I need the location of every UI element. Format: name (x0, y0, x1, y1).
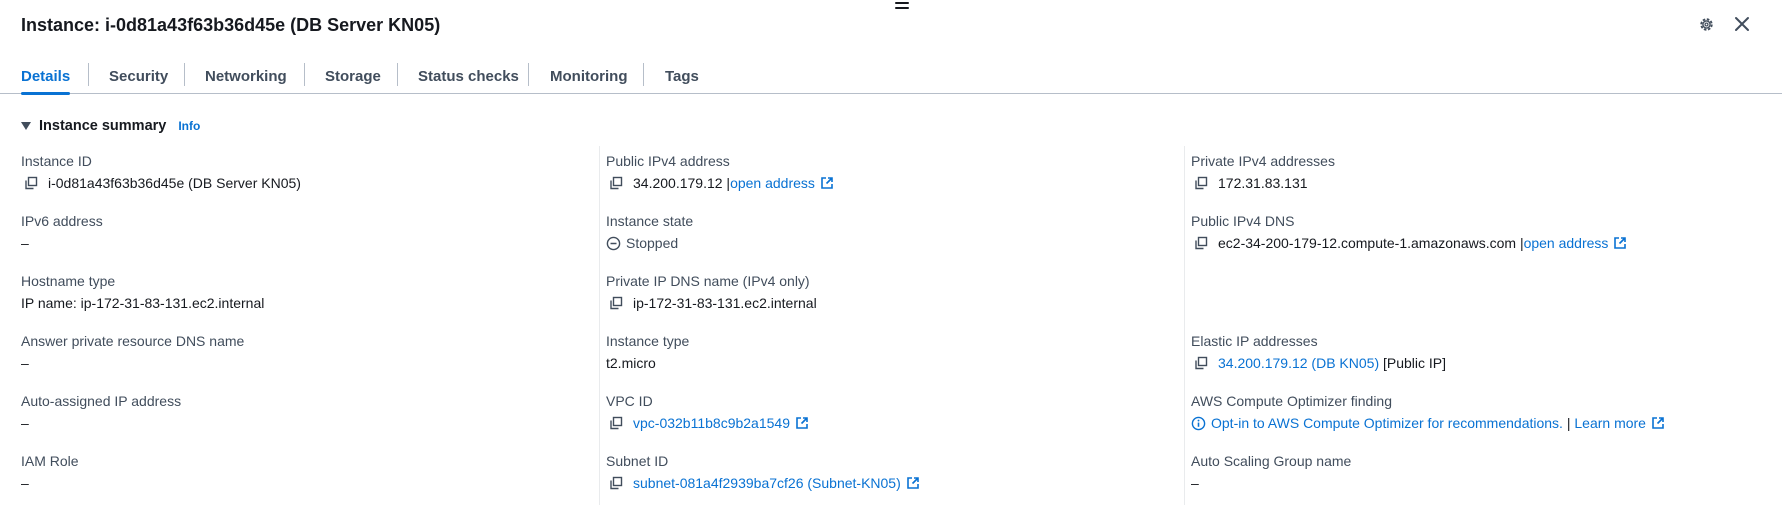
tab-divider (397, 63, 398, 86)
copy-icon[interactable] (1194, 176, 1208, 190)
instance-type-value: t2.micro (606, 355, 656, 371)
field-label: Public IPv4 DNS (1191, 213, 1295, 229)
public-dns-value: ec2-34-200-179-12.compute-1.amazonaws.co… (1218, 235, 1517, 251)
copy-icon[interactable] (609, 416, 623, 430)
tab-monitoring[interactable]: Monitoring (550, 58, 627, 94)
copy-icon[interactable] (609, 176, 623, 190)
info-icon (1191, 416, 1206, 430)
tab-divider (304, 63, 305, 86)
field-compute-optimizer: AWS Compute Optimizer finding Opt-in to … (1191, 392, 1665, 432)
header-actions (1696, 14, 1752, 34)
field-label: IAM Role (21, 453, 79, 469)
field-hostname-type: Hostname type IP name: ip-172-31-83-131.… (21, 272, 264, 312)
panel-header: Instance: i-0d81a43f63b36d45e (DB Server… (0, 0, 1785, 52)
asg-name-value: – (1191, 475, 1199, 491)
field-instance-id: Instance ID i-0d81a43f63b36d45e (DB Serv… (21, 152, 301, 192)
field-label: Subnet ID (606, 453, 669, 469)
instance-summary-header: Instance summary Info (21, 118, 200, 134)
subnet-id-link[interactable]: subnet-081a4f2939ba7cf26 (Subnet-KN05) (633, 474, 901, 492)
copy-icon[interactable] (609, 296, 623, 310)
copy-icon[interactable] (24, 176, 38, 190)
ipv6-value: – (21, 235, 29, 251)
learn-more-link[interactable]: Learn more (1574, 414, 1646, 432)
hostname-type-value: IP name: ip-172-31-83-131.ec2.internal (21, 295, 265, 311)
gear-icon[interactable] (1696, 14, 1716, 34)
field-instance-state: Instance state Stopped (606, 212, 693, 252)
field-vpc-id: VPC ID vpc-032b11b8c9b2a1549 (606, 392, 809, 432)
tab-networking[interactable]: Networking (205, 58, 287, 94)
column-divider (1184, 146, 1185, 505)
external-link-icon[interactable] (906, 476, 920, 490)
tab-divider (528, 63, 529, 86)
vpc-id-link[interactable]: vpc-032b11b8c9b2a1549 (633, 414, 790, 432)
field-label: Hostname type (21, 273, 116, 289)
tab-bar: Details Security Networking Storage Stat… (0, 58, 1782, 95)
answer-dns-value: – (21, 355, 29, 371)
tab-divider (184, 63, 185, 86)
instance-id-value: i-0d81a43f63b36d45e (DB Server KN05) (48, 175, 301, 191)
page-title: Instance: i-0d81a43f63b36d45e (DB Server… (21, 15, 441, 35)
field-private-ipv4: Private IPv4 addresses 172.31.83.131 (1191, 152, 1335, 192)
tab-details[interactable]: Details (21, 58, 71, 95)
field-label: Instance state (606, 213, 694, 229)
field-elastic-ip: Elastic IP addresses 34.200.179.12 (DB K… (1191, 332, 1446, 372)
field-label: Private IP DNS name (IPv4 only) (606, 273, 810, 289)
external-link-icon[interactable] (1651, 416, 1665, 430)
field-label: Elastic IP addresses (1191, 333, 1318, 349)
public-ipv4-value: 34.200.179.12 (633, 175, 723, 191)
field-public-ipv4: Public IPv4 address 34.200.179.12 | open … (606, 152, 834, 192)
close-icon[interactable] (1732, 14, 1752, 34)
open-address-link[interactable]: open address (1524, 234, 1609, 252)
private-ipv4-value: 172.31.83.131 (1218, 175, 1308, 191)
section-title[interactable]: Instance summary (39, 118, 166, 134)
open-address-link[interactable]: open address (730, 174, 815, 192)
external-link-icon[interactable] (795, 416, 809, 430)
instance-state-value: Stopped (626, 235, 679, 251)
field-label: Private IPv4 addresses (1191, 153, 1335, 169)
field-label: Auto Scaling Group name (1191, 453, 1352, 469)
elastic-ip-link[interactable]: 34.200.179.12 (DB KN05) (1218, 354, 1379, 372)
elastic-ip-suffix: [Public IP] (1383, 355, 1447, 371)
tab-divider (643, 63, 644, 86)
field-answer-dns: Answer private resource DNS name – (21, 332, 244, 372)
external-link-icon[interactable] (1613, 236, 1627, 250)
copy-icon[interactable] (609, 476, 623, 490)
separator: | (1566, 415, 1571, 431)
field-label: Public IPv4 address (606, 153, 730, 169)
field-iam-role: IAM Role – (21, 452, 79, 492)
field-auto-ip: Auto-assigned IP address – (21, 392, 181, 432)
copy-icon[interactable] (1194, 356, 1208, 370)
field-label: Instance type (606, 333, 690, 349)
external-link-icon[interactable] (820, 176, 834, 190)
auto-ip-value: – (21, 415, 29, 431)
field-label: Auto-assigned IP address (21, 393, 182, 409)
tab-divider (88, 63, 89, 86)
field-label: VPC ID (606, 393, 653, 409)
field-instance-type: Instance type t2.micro (606, 332, 689, 372)
iam-role-value: – (21, 475, 29, 491)
tab-status-checks[interactable]: Status checks (418, 58, 519, 94)
field-private-dns: Private IP DNS name (IPv4 only) ip-172-3… (606, 272, 817, 312)
optimizer-opt-in-link[interactable]: Opt-in to AWS Compute Optimizer for reco… (1211, 414, 1563, 432)
tab-storage[interactable]: Storage (325, 58, 381, 94)
field-label: AWS Compute Optimizer finding (1191, 393, 1392, 409)
tab-security[interactable]: Security (109, 58, 168, 94)
caret-down-icon[interactable] (21, 122, 31, 130)
stopped-status-icon (606, 236, 621, 250)
info-link[interactable]: Info (178, 119, 200, 133)
field-ipv6: IPv6 address – (21, 212, 103, 252)
private-dns-value: ip-172-31-83-131.ec2.internal (633, 295, 817, 311)
column-divider (599, 146, 600, 505)
field-label: IPv6 address (21, 213, 103, 229)
tab-tags[interactable]: Tags (665, 58, 699, 94)
field-label: Answer private resource DNS name (21, 333, 245, 349)
copy-icon[interactable] (1194, 236, 1208, 250)
field-label: Instance ID (21, 153, 92, 169)
field-asg-name: Auto Scaling Group name – (1191, 452, 1351, 492)
field-public-dns: Public IPv4 DNS ec2-34-200-179-12.comput… (1191, 212, 1627, 252)
field-subnet-id: Subnet ID subnet-081a4f2939ba7cf26 (Subn… (606, 452, 920, 492)
